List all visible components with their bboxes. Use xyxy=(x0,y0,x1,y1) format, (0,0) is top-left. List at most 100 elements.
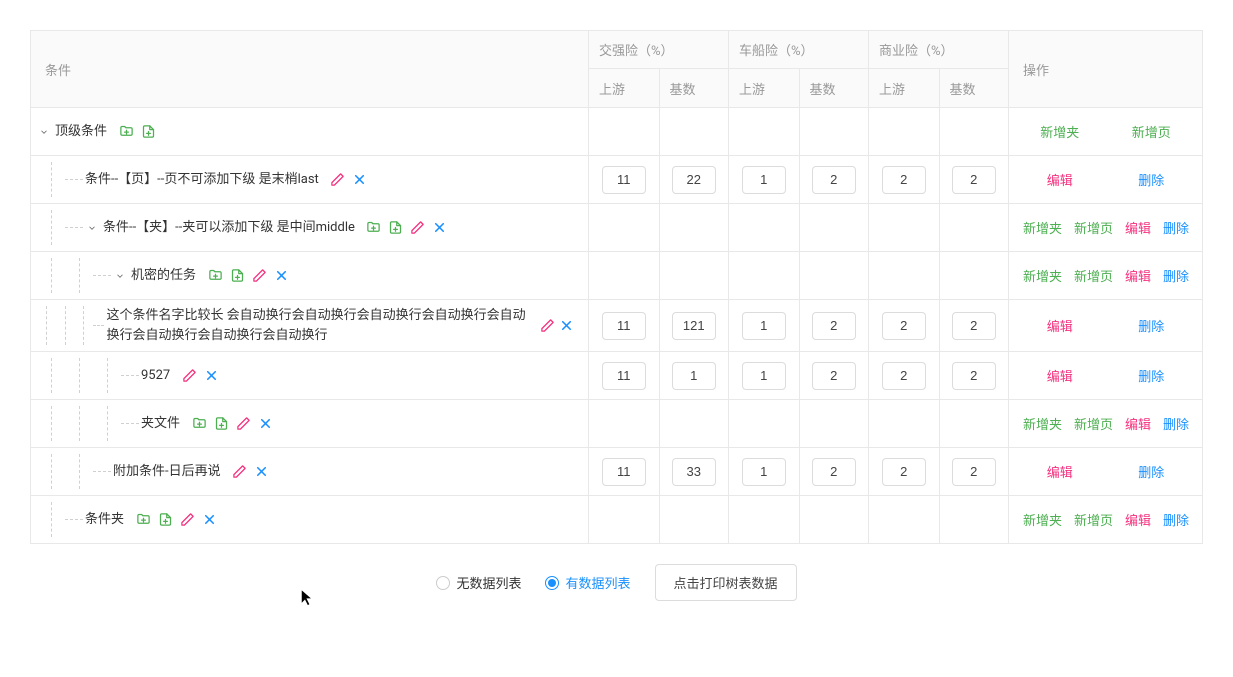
condition-cell: 顶级条件 xyxy=(31,108,589,155)
delete-icon[interactable] xyxy=(431,219,449,237)
edit-link[interactable]: 编辑 xyxy=(1047,170,1073,189)
value-input[interactable] xyxy=(742,166,786,194)
value-cell xyxy=(799,204,869,251)
edit-link[interactable]: 编辑 xyxy=(1047,366,1073,385)
value-group xyxy=(589,252,729,299)
value-input[interactable] xyxy=(602,362,646,390)
print-tree-button[interactable]: 点击打印树表数据 xyxy=(655,564,797,601)
value-input[interactable] xyxy=(672,166,716,194)
value-input[interactable] xyxy=(952,312,996,340)
value-input[interactable] xyxy=(742,312,786,340)
node-label: 条件夹 xyxy=(85,510,124,530)
delete-link[interactable]: 删除 xyxy=(1163,414,1189,433)
header-group-title: 车船险（%） xyxy=(729,31,868,69)
delete-icon[interactable] xyxy=(200,511,218,529)
value-input[interactable] xyxy=(882,312,926,340)
expand-toggle-icon[interactable] xyxy=(85,221,99,235)
value-cell xyxy=(589,204,659,251)
tree-indent-guide xyxy=(37,258,65,293)
delete-icon[interactable] xyxy=(272,267,290,285)
add-page-icon[interactable] xyxy=(387,219,405,237)
delete-link[interactable]: 删除 xyxy=(1138,462,1164,481)
edit-link[interactable]: 编辑 xyxy=(1125,218,1151,237)
edit-icon[interactable] xyxy=(178,511,196,529)
value-input[interactable] xyxy=(952,362,996,390)
expand-toggle-icon[interactable] xyxy=(113,269,127,283)
delete-icon[interactable] xyxy=(202,367,220,385)
tree-indent-guide xyxy=(93,358,121,393)
edit-icon[interactable] xyxy=(250,267,268,285)
value-group xyxy=(869,300,1009,351)
value-input[interactable] xyxy=(812,312,856,340)
add-folder-icon[interactable] xyxy=(365,219,383,237)
add-folder-icon[interactable] xyxy=(206,267,224,285)
edit-link[interactable]: 编辑 xyxy=(1125,510,1151,529)
value-cell xyxy=(799,108,869,155)
add-page-icon[interactable] xyxy=(228,267,246,285)
value-input[interactable] xyxy=(812,362,856,390)
delete-link[interactable]: 删除 xyxy=(1163,510,1189,529)
add-page-link[interactable]: 新增页 xyxy=(1074,266,1113,285)
value-input[interactable] xyxy=(812,166,856,194)
add-folder-link[interactable]: 新增夹 xyxy=(1023,218,1062,237)
value-input[interactable] xyxy=(742,362,786,390)
add-folder-icon[interactable] xyxy=(117,123,135,141)
value-input[interactable] xyxy=(672,458,716,486)
delete-icon[interactable] xyxy=(256,415,274,433)
delete-link[interactable]: 删除 xyxy=(1138,316,1164,335)
value-input[interactable] xyxy=(602,312,646,340)
delete-icon[interactable] xyxy=(559,317,574,335)
value-input[interactable] xyxy=(952,458,996,486)
edit-icon[interactable] xyxy=(180,367,198,385)
value-input[interactable] xyxy=(952,166,996,194)
tree-branch-dash xyxy=(93,325,105,326)
expand-toggle-icon[interactable] xyxy=(37,125,51,139)
delete-link[interactable]: 删除 xyxy=(1138,170,1164,189)
add-page-link[interactable]: 新增页 xyxy=(1074,510,1113,529)
add-page-link[interactable]: 新增页 xyxy=(1074,414,1113,433)
value-input[interactable] xyxy=(602,458,646,486)
add-folder-link[interactable]: 新增夹 xyxy=(1023,266,1062,285)
add-page-icon[interactable] xyxy=(212,415,230,433)
edit-icon[interactable] xyxy=(234,415,252,433)
edit-icon[interactable] xyxy=(329,171,347,189)
edit-icon[interactable] xyxy=(540,317,555,335)
value-cell xyxy=(729,300,799,351)
value-cell xyxy=(729,352,799,399)
delete-icon[interactable] xyxy=(351,171,369,189)
edit-link[interactable]: 编辑 xyxy=(1047,316,1073,335)
add-folder-icon[interactable] xyxy=(134,511,152,529)
radio-nodata[interactable]: 无数据列表 xyxy=(436,573,521,592)
radio-withdata[interactable]: 有数据列表 xyxy=(545,573,630,592)
delete-link[interactable]: 删除 xyxy=(1138,366,1164,385)
value-group xyxy=(869,352,1009,399)
add-page-icon[interactable] xyxy=(156,511,174,529)
table-row: 这个条件名字比较长 会自动换行会自动换行会自动换行会自动换行会自动换行会自动换行… xyxy=(31,299,1202,351)
edit-link[interactable]: 编辑 xyxy=(1125,266,1151,285)
condition-cell: 9527 xyxy=(31,352,589,399)
edit-link[interactable]: 编辑 xyxy=(1047,462,1073,481)
value-input[interactable] xyxy=(882,458,926,486)
delete-link[interactable]: 删除 xyxy=(1163,266,1189,285)
value-input[interactable] xyxy=(742,458,786,486)
value-input[interactable] xyxy=(812,458,856,486)
value-input[interactable] xyxy=(882,166,926,194)
value-input[interactable] xyxy=(602,166,646,194)
add-page-link[interactable]: 新增页 xyxy=(1132,122,1171,141)
delete-icon[interactable] xyxy=(253,463,271,481)
add-page-link[interactable]: 新增页 xyxy=(1074,218,1113,237)
ops-cell: 编辑 删除 xyxy=(1009,156,1202,203)
delete-link[interactable]: 删除 xyxy=(1163,218,1189,237)
value-input[interactable] xyxy=(672,362,716,390)
add-folder-icon[interactable] xyxy=(190,415,208,433)
edit-link[interactable]: 编辑 xyxy=(1125,414,1151,433)
add-page-icon[interactable] xyxy=(139,123,157,141)
add-folder-link[interactable]: 新增夹 xyxy=(1023,414,1062,433)
edit-icon[interactable] xyxy=(231,463,249,481)
edit-icon[interactable] xyxy=(409,219,427,237)
header-sub-up: 上游 xyxy=(589,69,659,107)
add-folder-link[interactable]: 新增夹 xyxy=(1040,122,1079,141)
add-folder-link[interactable]: 新增夹 xyxy=(1023,510,1062,529)
value-input[interactable] xyxy=(672,312,716,340)
value-input[interactable] xyxy=(882,362,926,390)
